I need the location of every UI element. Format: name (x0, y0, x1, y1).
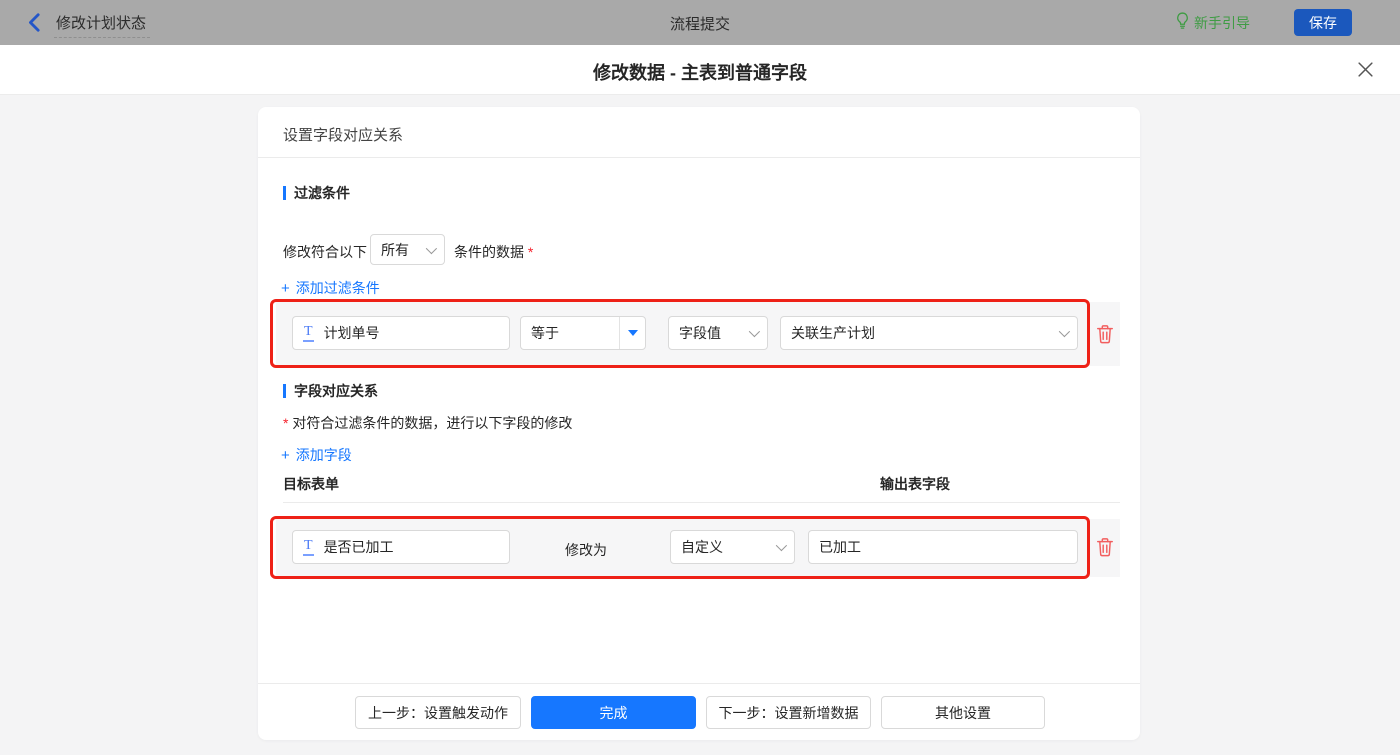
filter-field-input[interactable]: T 计划单号 (292, 316, 510, 350)
mapping-mode-value: 自定义 (681, 539, 723, 555)
match-suffix-label: 条件的数据 * (454, 244, 534, 260)
add-filter-condition-label: 添加过滤条件 (295, 280, 380, 296)
mapping-value-input[interactable] (808, 530, 1078, 564)
mapping-field-input[interactable]: T 是否已加工 (292, 530, 510, 564)
filter-value: 关联生产计划 (791, 325, 875, 341)
delete-mapping-row-icon[interactable] (1096, 537, 1114, 557)
filter-field-value: 计划单号 (323, 325, 380, 341)
footer-divider (258, 683, 1140, 684)
section-accent-bar (283, 384, 286, 398)
chevron-down-icon (775, 539, 788, 552)
beginner-guide-link[interactable]: 新手引导 (1176, 12, 1250, 34)
required-asterisk: * (283, 415, 289, 431)
other-settings-button[interactable]: 其他设置 (881, 696, 1045, 729)
match-mode-value: 所有 (381, 241, 409, 258)
add-filter-condition-link[interactable]: + 添加过滤条件 (281, 278, 380, 298)
column-header-target: 目标表单 (283, 476, 339, 492)
modify-to-label: 修改为 (565, 542, 607, 558)
top-bar: 修改计划状态 流程提交 新手引导 保存 (0, 0, 1400, 45)
page-title: 流程提交 (669, 16, 731, 33)
column-divider (283, 502, 1120, 503)
finish-button[interactable]: 完成 (531, 696, 696, 729)
filter-value-type-select[interactable]: 字段值 (668, 316, 768, 350)
prev-step-button[interactable]: 上一步：设置触发动作 (355, 696, 521, 729)
mapping-description: * 对符合过滤条件的数据，进行以下字段的修改 (283, 415, 573, 431)
add-field-label: 添加字段 (295, 447, 352, 463)
caret-down-icon (627, 330, 638, 336)
screen: 修改计划状态 流程提交 新手引导 保存 修改数据 - 主表到普通字段 设置字段对… (0, 0, 1400, 755)
dialog-title: 修改数据 - 主表到普通字段 (593, 63, 807, 83)
match-prefix-label: 修改符合以下 (283, 244, 367, 260)
panel-header: 设置字段对应关系 (258, 107, 1140, 158)
dialog-header: 修改数据 - 主表到普通字段 (0, 45, 1400, 95)
delete-filter-row-icon[interactable] (1096, 324, 1114, 344)
close-icon[interactable] (1357, 61, 1377, 81)
save-button[interactable]: 保存 (1294, 9, 1352, 36)
panel-header-title: 设置字段对应关系 (283, 127, 404, 144)
mapping-mode-select[interactable]: 自定义 (670, 530, 795, 564)
chevron-down-icon (1058, 325, 1071, 338)
section-accent-bar (283, 186, 286, 200)
mapping-field-value: 是否已加工 (323, 539, 394, 555)
operator-dropdown-button[interactable] (619, 317, 645, 349)
back-icon[interactable] (26, 13, 46, 33)
chevron-down-icon (425, 242, 438, 254)
workflow-node-title[interactable]: 修改计划状态 (54, 12, 151, 38)
chevron-down-icon (748, 325, 761, 338)
lightbulb-icon (1176, 12, 1189, 34)
column-header-output: 输出表字段 (880, 476, 950, 492)
filter-operator-value: 等于 (531, 325, 559, 341)
required-asterisk: * (527, 244, 534, 260)
add-field-link[interactable]: + 添加字段 (281, 445, 352, 465)
filter-value-type: 字段值 (679, 325, 721, 341)
beginner-guide-label: 新手引导 (1194, 15, 1250, 31)
filter-value-select[interactable]: 关联生产计划 (780, 316, 1078, 350)
next-step-button[interactable]: 下一步：设置新增数据 (706, 696, 871, 729)
filter-section-title: 过滤条件 (283, 183, 350, 203)
plus-icon: + (281, 446, 290, 464)
mapping-section-title: 字段对应关系 (283, 381, 378, 401)
match-mode-select[interactable]: 所有 (370, 234, 445, 265)
filter-operator-select[interactable]: 等于 (520, 316, 646, 350)
text-field-icon: T (303, 538, 314, 556)
plus-icon: + (281, 279, 290, 297)
text-field-icon: T (303, 324, 314, 342)
settings-panel: 设置字段对应关系 过滤条件 修改符合以下 所有 条件的数据 * + 添加过滤条件… (258, 107, 1140, 740)
